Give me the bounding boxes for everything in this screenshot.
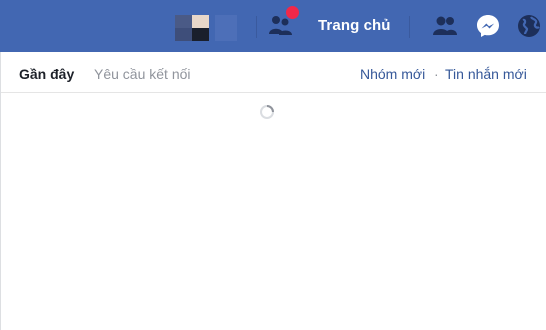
new-message-link[interactable]: Tin nhắn mới <box>445 66 527 82</box>
notification-badge <box>285 5 300 20</box>
messenger-icon[interactable] <box>473 11 503 41</box>
avatar-pixel <box>192 28 209 41</box>
friends-icon[interactable] <box>430 11 460 41</box>
home-link[interactable]: Trang chủ <box>318 17 391 34</box>
action-separator: · <box>434 66 439 82</box>
avatar-pixel <box>175 28 192 41</box>
nav-divider <box>409 16 410 38</box>
avatar-pixel <box>175 15 192 28</box>
loading-spinner-icon <box>259 104 275 120</box>
tab-message-requests[interactable]: Yêu cầu kết nối <box>94 66 191 82</box>
profile-avatar[interactable] <box>175 15 209 41</box>
messages-header: Gần đây Yêu cầu kết nối Nhóm mới · Tin n… <box>1 52 546 93</box>
top-navigation-bar: Trang chủ <box>0 0 546 52</box>
globe-icon[interactable] <box>514 11 544 41</box>
new-group-link[interactable]: Nhóm mới <box>360 66 425 82</box>
messages-dropdown: Gần đây Yêu cầu kết nối Nhóm mới · Tin n… <box>0 52 546 330</box>
profile-name-blur[interactable] <box>215 15 237 41</box>
avatar-pixel <box>192 15 209 28</box>
nav-divider <box>256 16 257 38</box>
tab-recent[interactable]: Gần đây <box>19 66 74 82</box>
